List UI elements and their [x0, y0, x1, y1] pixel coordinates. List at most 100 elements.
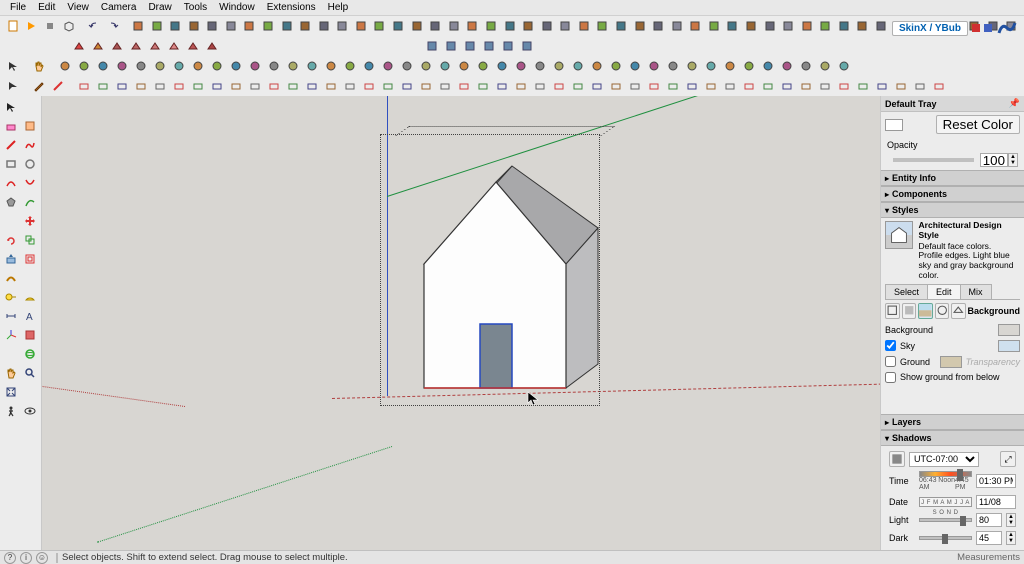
toolbar-btn-r4-16[interactable]	[379, 77, 397, 95]
line-tool-icon[interactable]	[49, 77, 67, 95]
toolbar-btn-r1-1[interactable]	[148, 17, 166, 35]
toolbar-btn-r1-0[interactable]	[129, 17, 147, 35]
toolbar-btn-r4-10[interactable]	[265, 77, 283, 95]
rect-icon[interactable]	[2, 155, 20, 173]
toolbar-btn-r4-32[interactable]	[683, 77, 701, 95]
toolbar-btn-r3-41[interactable]	[835, 57, 853, 75]
toolbar-btn-r4-38[interactable]	[797, 77, 815, 95]
freehand-icon[interactable]	[21, 136, 39, 154]
toolbar-btn-r1-37[interactable]	[817, 17, 835, 35]
offset-icon[interactable]	[21, 250, 39, 268]
toolbar-btn-r4-19[interactable]	[436, 77, 454, 95]
face-settings-icon[interactable]	[902, 303, 917, 319]
toolbar-btn-r1-30[interactable]	[687, 17, 705, 35]
toolbar-btn-r3-26[interactable]	[550, 57, 568, 75]
toolbar-btn-r3-15[interactable]	[341, 57, 359, 75]
circle-icon[interactable]	[21, 155, 39, 173]
toolbar-btn-r3-5[interactable]	[151, 57, 169, 75]
toolbar-btn-r4-7[interactable]	[208, 77, 226, 95]
watermark-settings-icon[interactable]	[935, 303, 950, 319]
toolbar-btn-r2a-1[interactable]	[89, 37, 107, 55]
toolbar-btn-r1-32[interactable]	[724, 17, 742, 35]
rotate-icon[interactable]	[2, 231, 20, 249]
toolbar-btn-r1-29[interactable]	[668, 17, 686, 35]
arc-icon[interactable]	[2, 174, 20, 192]
polygon-icon[interactable]	[2, 193, 20, 211]
toolbar-btn-r2b-5[interactable]	[518, 37, 536, 55]
toolbar-btn-r4-14[interactable]	[341, 77, 359, 95]
toolbar-btn-r1-16[interactable]	[426, 17, 444, 35]
toolbar-btn-r4-1[interactable]	[94, 77, 112, 95]
toolbar-btn-r4-31[interactable]	[664, 77, 682, 95]
toolbar-btn-r4-43[interactable]	[892, 77, 910, 95]
toolbar-btn-r3-27[interactable]	[569, 57, 587, 75]
toolbar-btn-r4-2[interactable]	[113, 77, 131, 95]
dark-slider[interactable]	[919, 536, 972, 540]
light-slider[interactable]	[919, 518, 972, 522]
sky-color-swatch[interactable]	[998, 340, 1020, 352]
tape-icon[interactable]	[2, 288, 20, 306]
menu-tools[interactable]: Tools	[178, 2, 213, 13]
toolbar-btn-r3-39[interactable]	[797, 57, 815, 75]
toolbar-btn-r3-23[interactable]	[493, 57, 511, 75]
pan-icon[interactable]	[2, 364, 20, 382]
time-input[interactable]	[976, 474, 1016, 488]
toolbar-btn-r4-30[interactable]	[645, 77, 663, 95]
sky-checkbox[interactable]	[885, 340, 896, 351]
toolbar-btn-r2b-4[interactable]	[499, 37, 517, 55]
status-help-icon[interactable]: ?	[4, 552, 16, 564]
toolbar-btn-r4-24[interactable]	[531, 77, 549, 95]
menu-edit[interactable]: Edit	[32, 2, 61, 13]
ground-checkbox[interactable]	[885, 356, 896, 367]
toolbar-btn-r4-26[interactable]	[569, 77, 587, 95]
toolbar-btn-r1-24[interactable]	[575, 17, 593, 35]
date-slider[interactable]: J F M A M J J A S O N D	[919, 497, 972, 507]
toolbar-btn-r4-36[interactable]	[759, 77, 777, 95]
toolbar-btn-r3-32[interactable]	[664, 57, 682, 75]
toolbar-btn-r1-33[interactable]	[742, 17, 760, 35]
opacity-input[interactable]	[980, 153, 1008, 167]
toolbar-btn-r2a-0[interactable]	[70, 37, 88, 55]
toolbar-btn-r4-28[interactable]	[607, 77, 625, 95]
toolbar-btn-r1-7[interactable]	[259, 17, 277, 35]
toolbar-btn-r2a-6[interactable]	[184, 37, 202, 55]
toolbar-btn-r4-33[interactable]	[702, 77, 720, 95]
toolbar-btn-r3-14[interactable]	[322, 57, 340, 75]
toolbar-btn-r4-5[interactable]	[170, 77, 188, 95]
light-input[interactable]	[976, 513, 1002, 527]
bg-color-swatch[interactable]	[998, 324, 1020, 336]
toolbar-btn-r1-11[interactable]	[334, 17, 352, 35]
toolbar-btn-r3-4[interactable]	[132, 57, 150, 75]
look-icon[interactable]	[21, 402, 39, 420]
toolbar-btn-r4-37[interactable]	[778, 77, 796, 95]
menu-help[interactable]: Help	[322, 2, 355, 13]
toolbar-btn-r4-41[interactable]	[854, 77, 872, 95]
toolbar-btn-r3-22[interactable]	[474, 57, 492, 75]
toolbar-btn-r1-20[interactable]	[501, 17, 519, 35]
new-file-icon[interactable]	[4, 17, 22, 35]
opacity-spinner[interactable]: ▲▼	[1008, 153, 1018, 167]
date-input[interactable]	[976, 495, 1016, 509]
protractor-icon[interactable]	[21, 288, 39, 306]
select-icon[interactable]	[2, 98, 20, 116]
status-info-icon[interactable]: i	[20, 552, 32, 564]
toolbar-btn-r3-25[interactable]	[531, 57, 549, 75]
toolbar-btn-r3-10[interactable]	[246, 57, 264, 75]
tray-pin-icon[interactable]: 📌	[1009, 98, 1020, 109]
paint-icon[interactable]	[21, 117, 39, 135]
toolbar-btn-r3-0[interactable]	[56, 57, 74, 75]
pointer-icon[interactable]	[4, 77, 22, 95]
toolbar-btn-r2a-2[interactable]	[108, 37, 126, 55]
dark-input[interactable]	[976, 531, 1002, 545]
menu-view[interactable]: View	[61, 2, 95, 13]
toolbar-btn-r2b-0[interactable]	[423, 37, 441, 55]
toolbar-btn-r3-37[interactable]	[759, 57, 777, 75]
toolbar-btn-r3-21[interactable]	[455, 57, 473, 75]
toolbar-btn-r2a-4[interactable]	[146, 37, 164, 55]
toolbar-btn-r4-4[interactable]	[151, 77, 169, 95]
toolbar-btn-r2b-3[interactable]	[480, 37, 498, 55]
toolbar-btn-r2a-7[interactable]	[203, 37, 221, 55]
menu-camera[interactable]: Camera	[95, 2, 143, 13]
toolbar-btn-r3-24[interactable]	[512, 57, 530, 75]
toolbar-btn-r4-22[interactable]	[493, 77, 511, 95]
